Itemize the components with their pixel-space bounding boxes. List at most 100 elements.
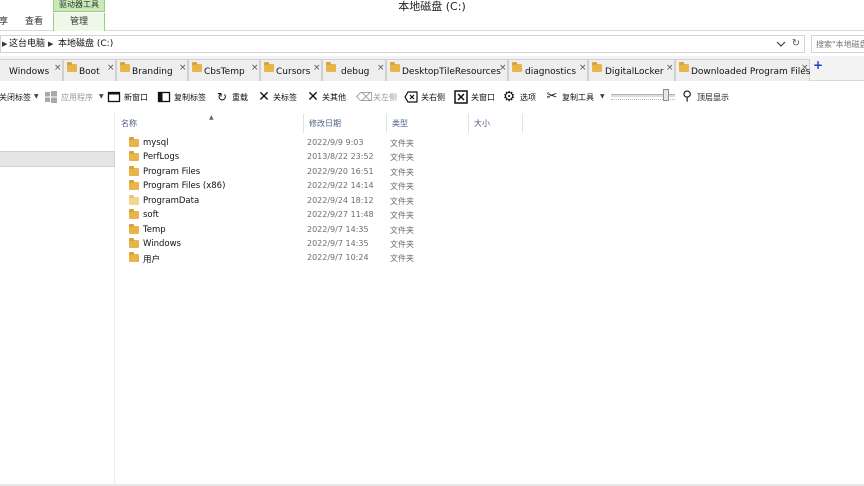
drive-tools-context-label[interactable]: 驱动器工具 [53,0,105,12]
column-header-size[interactable]: 大小 [469,114,523,133]
folder-icon [390,62,400,72]
file-type: 文件夹 [390,153,414,162]
close-tabs-button[interactable]: 关闭标签 ▼ [0,88,39,106]
address-bar[interactable]: ▶ 这台电脑 ▶ 本地磁盘 (C:) ↻ [0,35,805,53]
file-row[interactable]: Program Files 2022/9/20 16:51 文件夹 [116,166,864,180]
folder-tab-downloaded-program-files[interactable]: Downloaded Program Files × [675,59,810,81]
file-type: 文件夹 [390,182,414,191]
close-icon[interactable]: × [499,63,507,73]
close-left-icon: ⌫ [356,90,373,104]
column-header-modified[interactable]: 修改日期 [304,114,387,133]
copy-tools-button[interactable]: ✂ 复制工具 ▼ [545,88,607,106]
folder-tab-diagnostics[interactable]: diagnostics × [508,59,588,81]
new-tab-button[interactable]: + [813,58,823,72]
sort-ascending-icon: ▲ [209,114,214,121]
breadcrumb-this-pc[interactable]: 这台电脑 [9,36,45,52]
slider-thumb[interactable] [663,89,669,101]
folder-tab-desktoptileresources[interactable]: DesktopTileResources × [386,59,508,81]
folder-icon [129,137,139,147]
file-row[interactable]: mysql 2022/9/9 9:03 文件夹 [116,137,864,151]
close-icon[interactable]: × [579,63,587,73]
folder-icon [129,151,139,161]
file-row[interactable]: ProgramData 2022/9/24 18:12 文件夹 [116,195,864,209]
breadcrumb-separator-icon[interactable]: ▶ [2,36,7,52]
file-row[interactable]: Temp 2022/9/7 14:35 文件夹 [116,224,864,238]
folder-icon [129,238,139,248]
folder-icon [129,252,139,262]
tab-view[interactable]: 查看 [25,13,47,31]
file-type: 文件夹 [390,139,414,148]
tab-manage[interactable]: 管理 [53,13,105,31]
file-name: 用户 [143,255,161,265]
file-list[interactable]: 名称 ▲ 修改日期 类型 大小 mysql 2022/9/9 9:03 文件夹 … [116,112,864,486]
address-dropdown-icon[interactable] [776,38,786,50]
folder-tab-cursors[interactable]: Cursors × [260,59,322,81]
folder-tab-label: Downloaded Program Files [691,67,811,77]
file-row[interactable]: soft 2022/9/27 11:48 文件夹 [116,209,864,223]
column-header-name[interactable]: 名称 ▲ [116,114,304,133]
folder-icon [592,62,602,72]
file-type: 文件夹 [390,226,414,235]
close-tab-button[interactable]: ✕ 关标签 [257,88,301,106]
new-window-icon [107,91,121,103]
folder-icon [120,62,130,72]
address-bar-row: ▶ 这台电脑 ▶ 本地磁盘 (C:) ↻ [0,35,864,54]
close-window-button[interactable]: 关窗口 [454,88,498,106]
opacity-slider[interactable] [611,89,675,105]
close-window-icon [454,90,468,104]
close-icon[interactable]: × [179,63,187,73]
close-icon[interactable]: × [801,63,809,73]
file-modified: 2022/9/9 9:03 [307,138,364,147]
file-row[interactable]: 用户 2022/9/7 10:24 文件夹 [116,252,864,266]
top-most-button[interactable]: ⚲ 顶层显示 [680,88,736,106]
file-row[interactable]: PerfLogs 2013/8/22 23:52 文件夹 [116,151,864,165]
close-right-button[interactable]: 关右侧 [404,88,450,106]
file-row[interactable]: Windows 2022/9/7 14:35 文件夹 [116,238,864,252]
file-name: soft [143,210,159,220]
close-left-button[interactable]: ⌫ 关左侧 [356,88,400,106]
new-window-button[interactable]: 新窗口 [107,88,152,106]
folder-tab-debug[interactable]: debug × [322,59,386,81]
breadcrumb-local-disk[interactable]: 本地磁盘 (C:) [58,36,113,52]
apps-button[interactable]: 应用程序 ▼ [44,88,104,106]
column-header-type[interactable]: 类型 [387,114,469,133]
navigation-pane[interactable] [0,112,115,486]
file-name: Program Files [143,167,201,177]
reload-button[interactable]: ↻ 重载 [215,88,253,106]
folder-tab-branding[interactable]: Branding × [116,59,188,81]
window-title: 本地磁盘 (C:) [398,0,466,13]
close-icon[interactable]: × [54,63,62,73]
folder-tab-windows[interactable]: Windows × [0,59,63,81]
options-button[interactable]: ⚙ 选项 [502,88,540,106]
file-row[interactable]: Program Files (x86) 2022/9/22 14:14 文件夹 [116,180,864,194]
breadcrumb-separator-icon[interactable]: ▶ [48,36,53,52]
close-icon[interactable]: × [313,63,321,73]
file-modified: 2022/9/22 14:14 [307,181,374,190]
search-box[interactable] [811,35,864,53]
close-icon[interactable]: × [107,63,115,73]
file-name: Program Files (x86) [143,181,226,191]
file-modified: 2022/9/7 14:35 [307,225,369,234]
search-input[interactable] [812,36,864,52]
folder-tab-boot[interactable]: Boot × [63,59,116,81]
refresh-icon[interactable]: ↻ [790,37,802,51]
nav-item-selected[interactable] [0,151,115,167]
file-name: Temp [143,225,166,235]
folder-tab-label: Cursors [276,67,311,77]
file-name: Windows [143,239,181,249]
folder-icon [192,62,202,72]
close-icon[interactable]: × [666,63,674,73]
file-type: 文件夹 [390,211,414,220]
copy-tab-button[interactable]: 复制标签 [157,88,211,106]
tab-share[interactable]: 享 [0,13,13,31]
close-icon[interactable]: × [251,63,259,73]
file-modified: 2022/9/20 16:51 [307,167,374,176]
folder-tab-digitallocker[interactable]: DigitalLocker × [588,59,675,81]
close-others-button[interactable]: ✕ 关其他 [306,88,352,106]
ribbon-tabs: 享 查看 管理 [0,13,864,31]
close-icon[interactable]: × [377,63,385,73]
folder-tab-cbstemp[interactable]: CbsTemp × [188,59,260,81]
folder-tab-label: Boot [79,67,100,77]
folder-tab-label: debug [341,67,370,77]
folder-tab-bar: Windows × Boot × Branding × CbsTemp × Cu… [0,56,864,81]
